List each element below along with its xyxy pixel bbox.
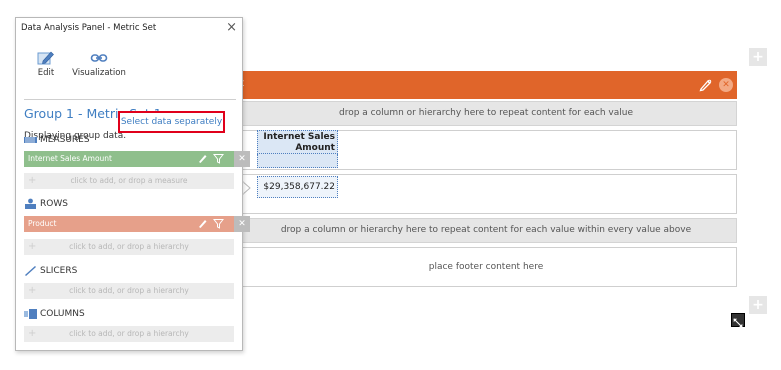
edit-tool-button[interactable]: Edit bbox=[33, 50, 59, 78]
expand-icon[interactable] bbox=[731, 313, 745, 328]
link-visualization-icon bbox=[90, 54, 108, 62]
columns-section-header: COLUMNS bbox=[24, 308, 85, 319]
row-field-label: Product bbox=[28, 219, 57, 228]
slicers-label: SLICERS bbox=[40, 265, 78, 276]
measures-label: MEASURES bbox=[40, 134, 90, 145]
visualization-tool-button[interactable]: Visualization bbox=[71, 50, 127, 78]
columns-icon bbox=[24, 309, 37, 319]
measure-field-label: Internet Sales Amount bbox=[28, 154, 112, 163]
rows-label: ROWS bbox=[40, 198, 68, 209]
metric-value-cell[interactable]: $29,358,677.22 bbox=[257, 176, 338, 198]
select-data-separately-link[interactable]: Select data separately bbox=[118, 111, 225, 133]
panel-separator bbox=[24, 99, 236, 100]
measure-field-pill[interactable]: Internet Sales Amount ✕ bbox=[24, 151, 250, 167]
footer-area[interactable]: place footer content here bbox=[235, 247, 737, 287]
repeat-each-value-dropzone[interactable]: drop a column or hierarchy here to repea… bbox=[235, 101, 737, 126]
pencil-edit-icon bbox=[37, 51, 54, 65]
metric-header-cell[interactable]: Internet Sales Amount bbox=[257, 130, 338, 154]
row-field-pill[interactable]: Product ✕ bbox=[24, 216, 250, 232]
slicer-add-plus-icon: + bbox=[28, 285, 37, 296]
row-add-slot[interactable]: + click to add, or drop a hierarchy bbox=[24, 239, 234, 255]
panel-title: Data Analysis Panel - Metric Set bbox=[21, 23, 157, 33]
slicers-icon bbox=[25, 266, 36, 276]
measure-filter-icon[interactable] bbox=[213, 153, 224, 164]
slicers-section-header: SLICERS bbox=[24, 265, 77, 276]
measures-icon bbox=[24, 137, 37, 143]
row-add-plus-icon: + bbox=[28, 241, 37, 252]
data-analysis-panel: Data Analysis Panel - Metric Set × Edit … bbox=[15, 17, 250, 351]
column-add-slot[interactable]: + click to add, or drop a hierarchy bbox=[24, 326, 234, 342]
add-top-button[interactable]: + bbox=[749, 48, 767, 66]
footer-placeholder: place footer content here bbox=[428, 262, 544, 272]
row-edit-icon[interactable] bbox=[197, 218, 208, 229]
measure-add-slot[interactable]: + click to add, or drop a measure bbox=[24, 173, 234, 189]
close-metric-set-icon[interactable]: ✕ bbox=[719, 78, 733, 92]
row-add-text: click to add, or drop a hierarchy bbox=[69, 242, 189, 251]
measure-add-plus-icon: + bbox=[28, 175, 37, 186]
rows-section-header: ROWS bbox=[24, 198, 68, 209]
row-remove-icon[interactable]: ✕ bbox=[234, 216, 250, 232]
measure-edit-icon[interactable] bbox=[197, 153, 208, 164]
column-add-text: click to add, or drop a hierarchy bbox=[69, 329, 189, 338]
measure-add-text: click to add, or drop a measure bbox=[70, 176, 188, 185]
column-add-plus-icon: + bbox=[28, 328, 37, 339]
metric-set-header-bar[interactable]: t ✕ bbox=[235, 71, 737, 99]
edit-tool-label: Edit bbox=[37, 68, 55, 78]
slicer-add-text: click to add, or drop a hierarchy bbox=[69, 286, 189, 295]
edit-pencil-icon[interactable] bbox=[697, 77, 713, 93]
metric-header-fill bbox=[257, 154, 338, 168]
panel-pointer bbox=[242, 181, 251, 195]
measures-section-header: MEASURES bbox=[24, 134, 90, 145]
rows-icon bbox=[25, 198, 36, 209]
columns-label: COLUMNS bbox=[40, 308, 85, 319]
add-bottom-button[interactable]: + bbox=[749, 296, 767, 314]
slicer-add-slot[interactable]: + click to add, or drop a hierarchy bbox=[24, 283, 234, 299]
panel-close-button[interactable]: × bbox=[226, 20, 237, 35]
measure-remove-icon[interactable]: ✕ bbox=[234, 151, 250, 167]
visualization-tool-label: Visualization bbox=[72, 68, 126, 78]
repeat-within-dropzone[interactable]: drop a column or hierarchy here to repea… bbox=[235, 218, 737, 243]
row-filter-icon[interactable] bbox=[213, 218, 224, 229]
